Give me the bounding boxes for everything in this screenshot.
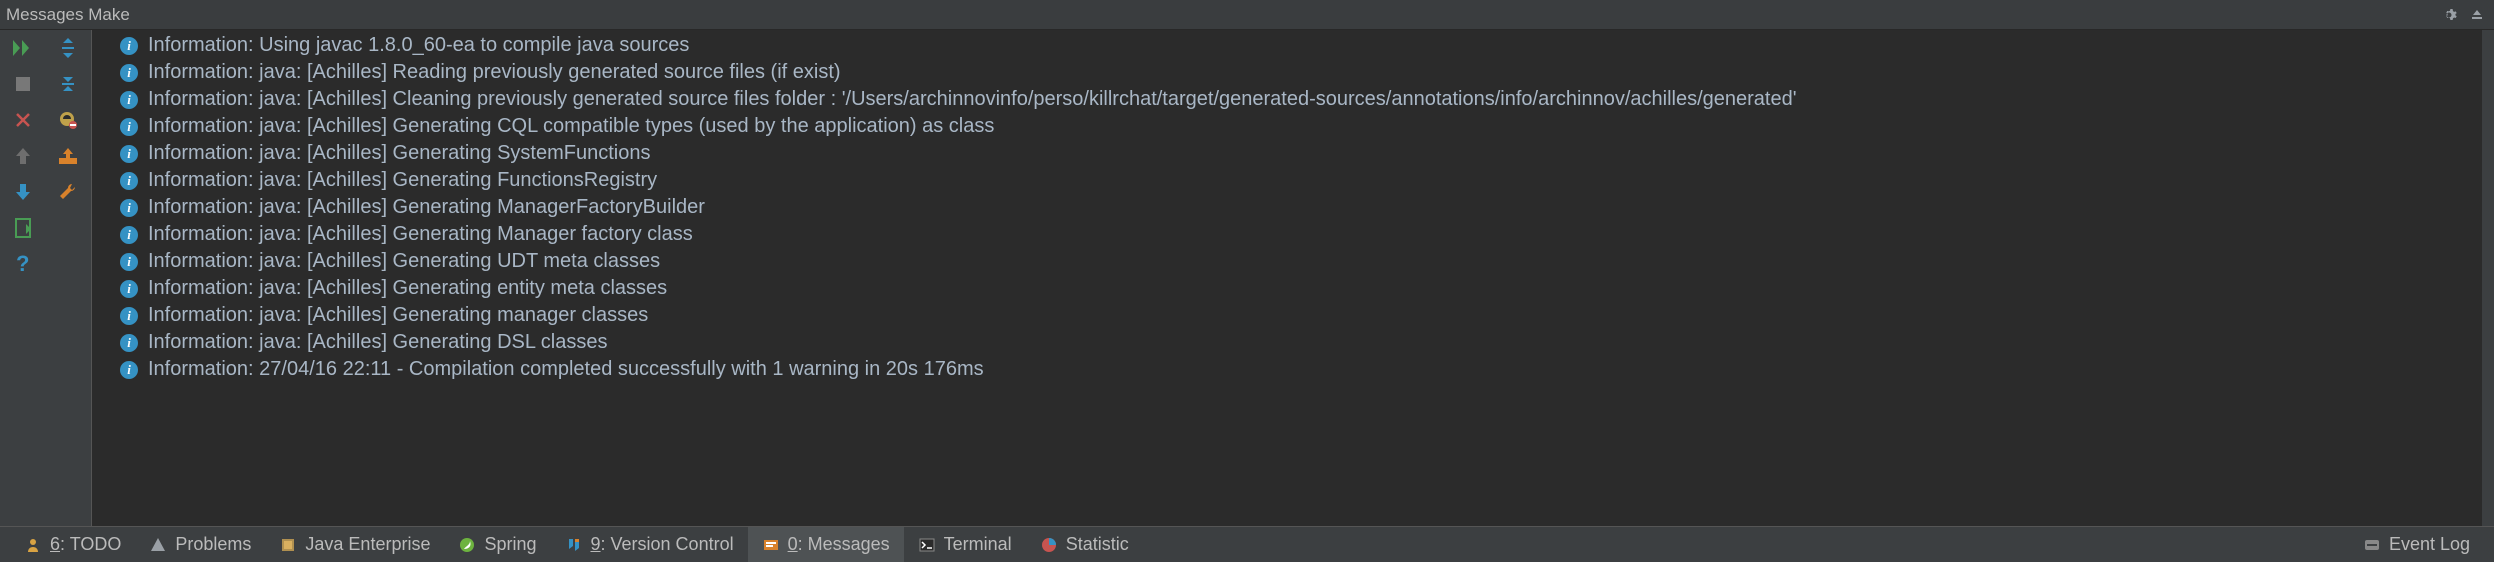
message-row[interactable]: iInformation: java: [Achilles] Cleaning …	[92, 86, 2494, 113]
hide-warnings-icon[interactable]	[46, 102, 92, 138]
vertical-scrollbar[interactable]	[2482, 30, 2494, 526]
terminal-icon	[918, 536, 936, 554]
close-icon[interactable]	[0, 102, 46, 138]
message-row[interactable]: iInformation: java: [Achilles] Generatin…	[92, 329, 2494, 356]
stop-icon[interactable]	[0, 66, 46, 102]
message-row[interactable]: iInformation: java: [Achilles] Generatin…	[92, 248, 2494, 275]
message-row[interactable]: iInformation: java: [Achilles] Generatin…	[92, 194, 2494, 221]
info-icon: i	[120, 361, 138, 379]
spring-icon	[458, 536, 476, 554]
info-icon: i	[120, 118, 138, 136]
info-icon: i	[120, 226, 138, 244]
message-row[interactable]: iInformation: java: [Achilles] Reading p…	[92, 59, 2494, 86]
info-icon: i	[120, 145, 138, 163]
message-row[interactable]: iInformation: java: [Achilles] Generatin…	[92, 302, 2494, 329]
tab-terminal[interactable]: Terminal	[904, 527, 1026, 562]
info-icon: i	[120, 199, 138, 217]
bottom-tool-tabs: 6: TODO Problems Java Enterprise Spring …	[0, 526, 2494, 562]
problems-icon	[149, 536, 167, 554]
message-row[interactable]: iInformation: java: [Achilles] Generatin…	[92, 167, 2494, 194]
expand-all-icon[interactable]	[46, 30, 92, 66]
tab-spring[interactable]: Spring	[444, 527, 550, 562]
info-icon: i	[120, 307, 138, 325]
info-icon: i	[120, 334, 138, 352]
tab-java-enterprise[interactable]: Java Enterprise	[265, 527, 444, 562]
panel-title: Messages Make	[6, 5, 2432, 25]
tab-event-log[interactable]: Event Log	[2349, 527, 2484, 562]
collapse-all-icon[interactable]	[46, 66, 92, 102]
export-icon[interactable]	[46, 138, 92, 174]
info-icon: i	[120, 280, 138, 298]
info-icon: i	[120, 37, 138, 55]
tab-statistic[interactable]: Statistic	[1026, 527, 1143, 562]
settings-gear-icon[interactable]	[2438, 4, 2460, 26]
java-ee-icon	[279, 536, 297, 554]
prev-error-icon[interactable]	[0, 138, 46, 174]
statistic-icon	[1040, 536, 1058, 554]
message-row[interactable]: iInformation: java: [Achilles] Generatin…	[92, 140, 2494, 167]
info-icon: i	[120, 253, 138, 271]
open-file-icon[interactable]	[0, 210, 46, 246]
message-row[interactable]: iInformation: java: [Achilles] Generatin…	[92, 275, 2494, 302]
todo-icon	[24, 536, 42, 554]
build-settings-icon[interactable]	[46, 174, 92, 210]
message-row[interactable]: iInformation: java: [Achilles] Generatin…	[92, 221, 2494, 248]
messages-icon	[762, 536, 780, 554]
tab-version-control[interactable]: 9: Version Control	[551, 527, 748, 562]
info-icon: i	[120, 64, 138, 82]
vcs-icon	[565, 536, 583, 554]
tool-gutter: ?	[0, 30, 92, 526]
hide-panel-icon[interactable]	[2466, 4, 2488, 26]
tab-todo[interactable]: 6: TODO	[10, 527, 135, 562]
message-row[interactable]: iInformation: Using javac 1.8.0_60-ea to…	[92, 32, 2494, 59]
next-error-icon[interactable]	[0, 174, 46, 210]
message-row[interactable]: iInformation: 27/04/16 22:11 - Compilati…	[92, 356, 2494, 383]
message-row[interactable]: iInformation: java: [Achilles] Generatin…	[92, 113, 2494, 140]
tab-problems[interactable]: Problems	[135, 527, 265, 562]
info-icon: i	[120, 172, 138, 190]
info-icon: i	[120, 91, 138, 109]
messages-list: iInformation: Using javac 1.8.0_60-ea to…	[92, 30, 2494, 526]
event-log-icon	[2363, 536, 2381, 554]
tab-messages[interactable]: 0: Messages	[748, 527, 904, 562]
help-icon[interactable]: ?	[0, 246, 46, 282]
panel-title-bar: Messages Make	[0, 0, 2494, 30]
rerun-icon[interactable]	[0, 30, 46, 66]
